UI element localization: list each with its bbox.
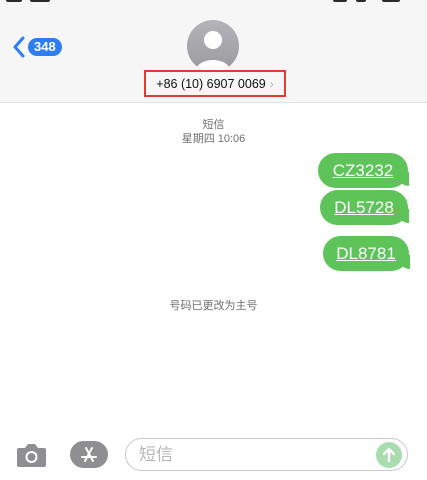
person-icon — [195, 31, 231, 72]
number-change-notice: 号码已更改为主号 — [169, 300, 258, 312]
arrow-up-icon — [382, 447, 396, 463]
conversation-header: 348 +86 (10) 6907 0069 › — [0, 0, 427, 103]
camera-icon — [17, 444, 46, 467]
message-input[interactable]: 短信 — [125, 438, 408, 471]
status-bar-fragment — [356, 0, 366, 2]
status-bar-fragment — [382, 0, 400, 2]
chevron-right-icon: › — [269, 76, 274, 91]
send-button[interactable] — [376, 442, 402, 468]
message-bubble[interactable]: DL5728 — [320, 190, 408, 225]
contact-avatar[interactable] — [187, 20, 239, 72]
camera-button[interactable] — [16, 441, 47, 468]
message-bubble[interactable]: CZ3232 — [318, 153, 408, 188]
chevron-left-icon — [13, 36, 25, 58]
app-store-icon — [81, 446, 97, 462]
status-bar-fragment — [333, 0, 347, 2]
message-timestamp: 星期四 10:06 — [181, 133, 246, 145]
unread-count-badge: 348 — [28, 38, 62, 56]
back-button[interactable]: 348 — [12, 36, 62, 58]
status-bar-fragment — [30, 0, 50, 2]
message-bubble[interactable]: DL8781 — [323, 236, 409, 271]
contact-number-button[interactable]: +86 (10) 6907 0069 › — [144, 70, 286, 97]
contact-number: +86 (10) 6907 0069 — [156, 76, 266, 91]
status-bar-fragment — [6, 0, 22, 2]
app-store-button[interactable] — [70, 441, 108, 468]
